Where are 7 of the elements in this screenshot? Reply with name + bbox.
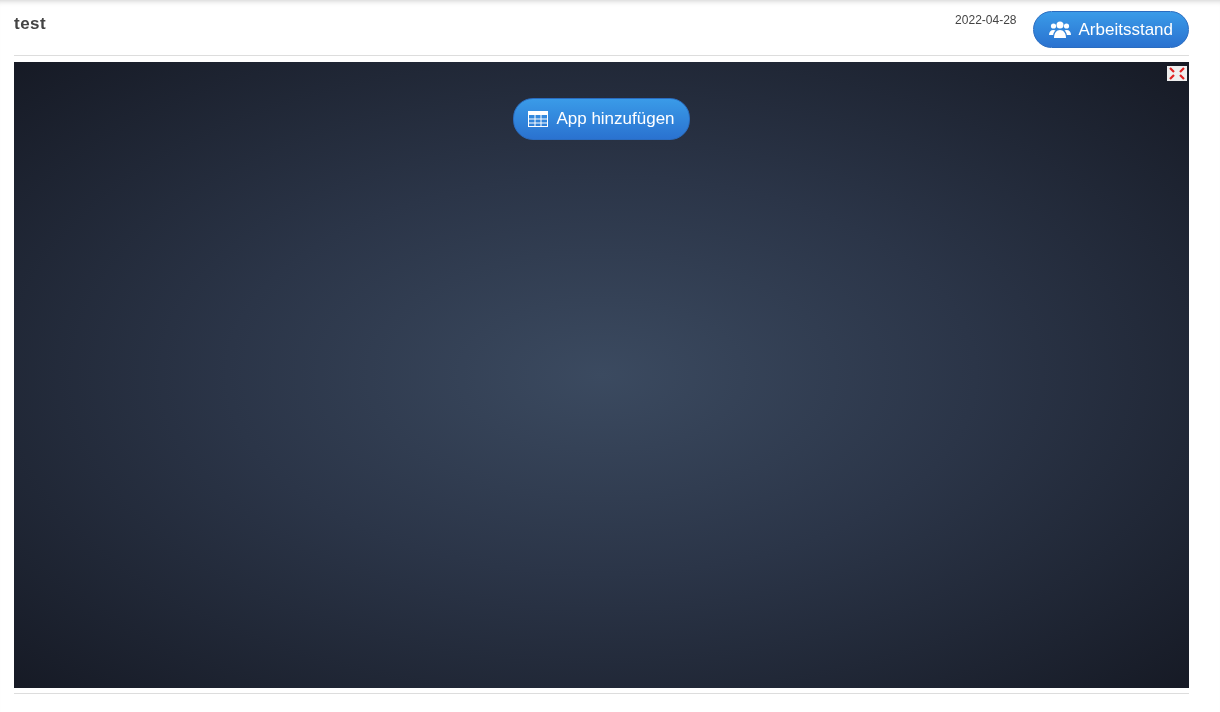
add-app-button[interactable]: App hinzufügen xyxy=(513,98,690,140)
date-label: 2022-04-28 xyxy=(955,12,1017,29)
fullscreen-exit-icon[interactable] xyxy=(1167,66,1187,81)
arbeitsstand-button[interactable]: Arbeitsstand xyxy=(1032,11,1189,48)
table-icon xyxy=(528,111,549,127)
page-title: test xyxy=(14,13,47,35)
people-icon xyxy=(1048,19,1071,40)
